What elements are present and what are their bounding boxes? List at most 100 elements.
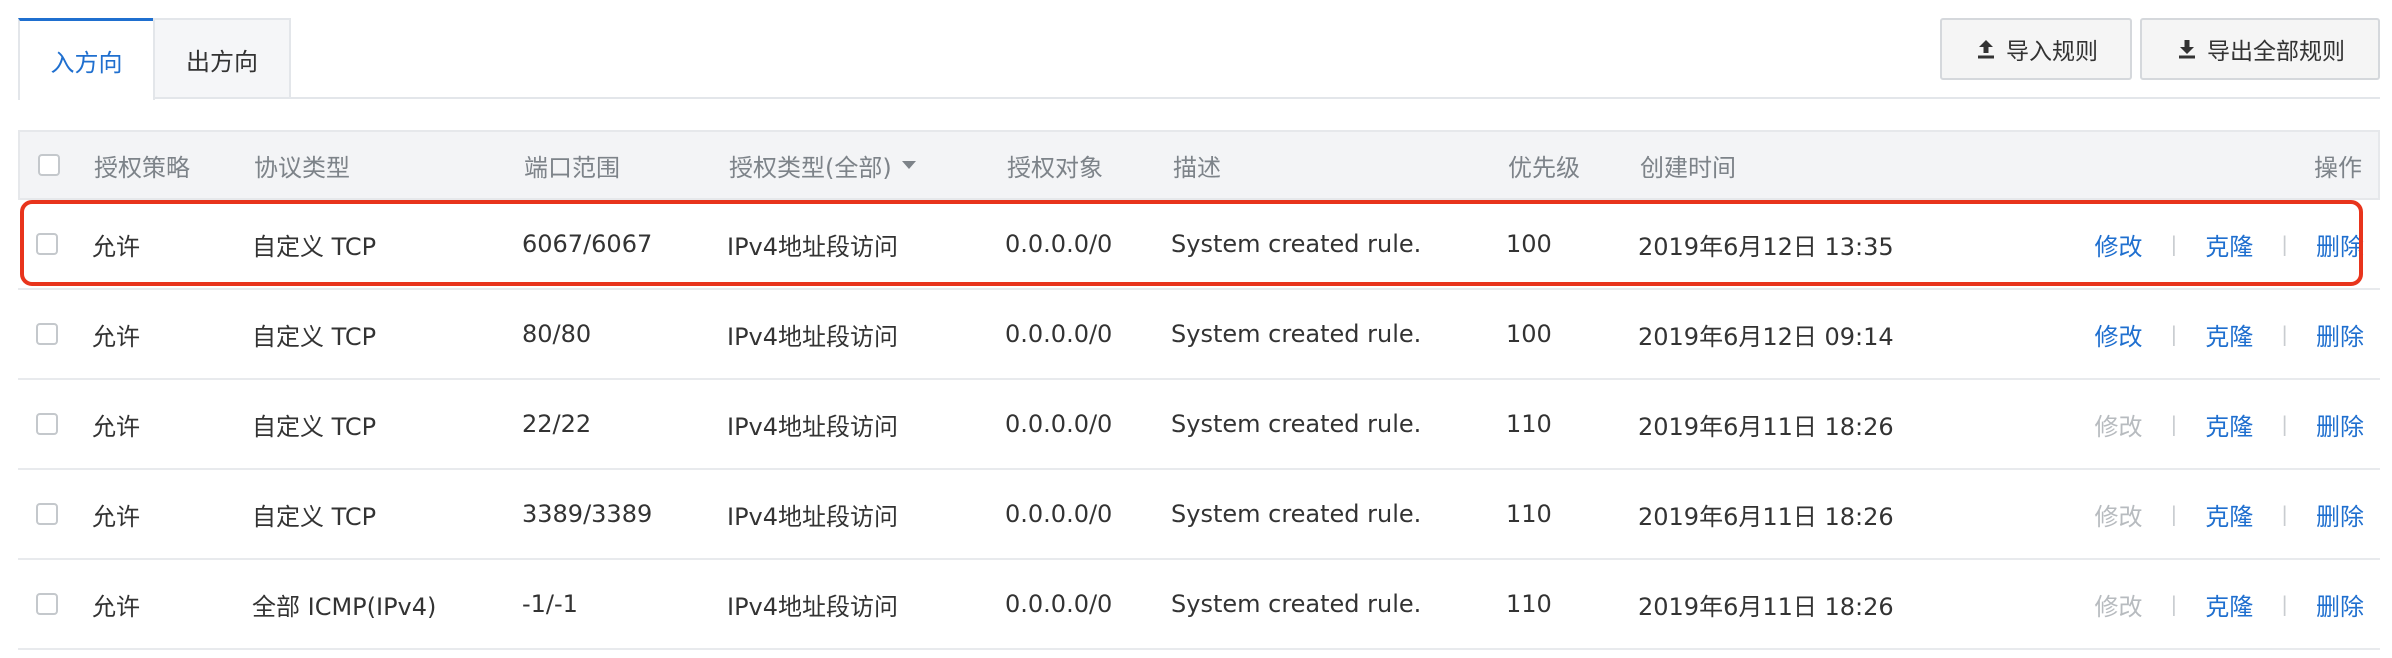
clone-link[interactable]: 克隆	[2205, 227, 2253, 262]
separator: |	[2281, 322, 2288, 346]
clone-link[interactable]: 克隆	[2205, 317, 2253, 352]
cell-policy: 允许	[92, 502, 140, 531]
cell-protocol: 自定义 TCP	[252, 232, 377, 261]
cell-description: System created rule.	[1171, 500, 1422, 528]
export-all-rules-label: 导出全部规则	[2207, 39, 2345, 65]
cell-port-range: 80/80	[522, 320, 592, 348]
cell-policy: 允许	[92, 322, 140, 351]
row-checkbox[interactable]	[36, 413, 58, 435]
cell-policy: 允许	[92, 592, 140, 621]
cell-policy: 允许	[92, 232, 140, 261]
cell-protocol: 自定义 TCP	[252, 322, 377, 351]
cell-target: 0.0.0.0/0	[1005, 410, 1113, 438]
separator: |	[2170, 412, 2178, 436]
header-created: 创建时间	[1640, 153, 1736, 182]
header-policy: 授权策略	[94, 153, 190, 182]
separator: |	[2170, 232, 2178, 256]
cell-port-range: 6067/6067	[522, 230, 653, 258]
header-priority: 优先级	[1508, 153, 1580, 182]
cell-created: 2019年6月11日 18:26	[1638, 502, 1894, 531]
import-rules-label: 导入规则	[2006, 39, 2098, 65]
filter-caret-icon[interactable]	[901, 161, 916, 169]
header-actions: 操作	[2314, 153, 2362, 182]
separator: |	[2170, 322, 2178, 346]
header-port-range: 端口范围	[524, 153, 620, 182]
header-target: 授权对象	[1007, 153, 1103, 182]
row-actions: 修改 | 克隆 | 删除	[2095, 470, 2365, 558]
header-auth-type: 授权类型(全部)	[729, 153, 892, 182]
cell-created: 2019年6月11日 18:26	[1638, 592, 1894, 621]
cell-protocol: 自定义 TCP	[252, 502, 377, 531]
cell-created: 2019年6月12日 09:14	[1638, 322, 1894, 351]
cell-auth-type: IPv4地址段访问	[727, 502, 899, 531]
delete-link[interactable]: 删除	[2316, 227, 2364, 262]
delete-link[interactable]: 删除	[2316, 497, 2364, 532]
tab-outbound[interactable]: 出方向	[153, 18, 291, 98]
row-actions: 修改 | 克隆 | 删除	[2095, 560, 2365, 648]
edit-link[interactable]: 修改	[2095, 227, 2143, 262]
cell-auth-type: IPv4地址段访问	[727, 412, 899, 441]
cell-created: 2019年6月12日 13:35	[1638, 232, 1894, 261]
row-checkbox[interactable]	[36, 503, 58, 525]
download-icon	[2175, 37, 2199, 61]
header-protocol: 协议类型	[254, 153, 350, 182]
cell-target: 0.0.0.0/0	[1005, 590, 1113, 618]
cell-auth-type: IPv4地址段访问	[727, 592, 899, 621]
table-row: 允许 全部 ICMP(IPv4) -1/-1 IPv4地址段访问 0.0.0.0…	[18, 560, 2380, 650]
cell-target: 0.0.0.0/0	[1005, 230, 1113, 258]
cell-policy: 允许	[92, 412, 140, 441]
delete-link[interactable]: 删除	[2316, 317, 2364, 352]
table-header: 授权策略 协议类型 端口范围 授权类型(全部) 授权对象 描述 优先级 创建时间…	[18, 130, 2380, 200]
cell-auth-type: IPv4地址段访问	[727, 232, 899, 261]
cell-protocol: 自定义 TCP	[252, 412, 377, 441]
header-auth-type-filter[interactable]: 授权类型(全部)	[729, 132, 916, 198]
cell-target: 0.0.0.0/0	[1005, 500, 1113, 528]
cell-description: System created rule.	[1171, 410, 1422, 438]
table-row: 允许 自定义 TCP 3389/3389 IPv4地址段访问 0.0.0.0/0…	[18, 470, 2380, 560]
row-checkbox[interactable]	[36, 233, 58, 255]
edit-link-disabled: 修改	[2094, 412, 2143, 441]
cell-auth-type: IPv4地址段访问	[727, 322, 899, 351]
row-actions: 修改 | 克隆 | 删除	[2095, 290, 2365, 378]
row-actions: 修改 | 克隆 | 删除	[2095, 200, 2365, 288]
cell-priority: 100	[1506, 230, 1552, 258]
edit-link-disabled: 修改	[2094, 592, 2143, 621]
tabs-divider	[18, 97, 2380, 99]
toolbar: 入方向 出方向 导入规则 导出全部规则	[0, 0, 2392, 100]
edit-link-disabled: 修改	[2094, 502, 2143, 531]
cell-target: 0.0.0.0/0	[1005, 320, 1113, 348]
cell-protocol: 全部 ICMP(IPv4)	[252, 592, 437, 621]
table-row: 允许 自定义 TCP 6067/6067 IPv4地址段访问 0.0.0.0/0…	[18, 200, 2380, 290]
row-actions: 修改 | 克隆 | 删除	[2095, 380, 2365, 468]
edit-link[interactable]: 修改	[2095, 317, 2143, 352]
cell-port-range: -1/-1	[522, 590, 578, 618]
upload-icon	[1974, 37, 1998, 61]
separator: |	[2281, 502, 2288, 526]
separator: |	[2281, 592, 2288, 616]
delete-link[interactable]: 删除	[2316, 587, 2364, 622]
separator: |	[2281, 232, 2288, 256]
row-checkbox[interactable]	[36, 323, 58, 345]
separator: |	[2281, 412, 2288, 436]
clone-link[interactable]: 克隆	[2205, 407, 2253, 442]
clone-link[interactable]: 克隆	[2205, 587, 2253, 622]
clone-link[interactable]: 克隆	[2205, 497, 2253, 532]
select-all-checkbox[interactable]	[38, 154, 60, 176]
direction-tabs: 入方向 出方向	[18, 18, 291, 100]
cell-port-range: 3389/3389	[522, 500, 653, 528]
import-rules-button[interactable]: 导入规则	[1940, 18, 2132, 80]
cell-created: 2019年6月11日 18:26	[1638, 412, 1894, 441]
cell-description: System created rule.	[1171, 230, 1422, 258]
rules-table: 授权策略 协议类型 端口范围 授权类型(全部) 授权对象 描述 优先级 创建时间…	[18, 130, 2380, 650]
separator: |	[2170, 592, 2178, 616]
cell-priority: 100	[1506, 320, 1552, 348]
security-group-rules-page: 入方向 出方向 导入规则 导出全部规则 授权策略 协议类型 端口范围 授权类型(…	[0, 0, 2392, 658]
delete-link[interactable]: 删除	[2316, 407, 2364, 442]
cell-priority: 110	[1506, 500, 1552, 528]
export-all-rules-button[interactable]: 导出全部规则	[2140, 18, 2380, 80]
row-checkbox[interactable]	[36, 593, 58, 615]
tab-inbound[interactable]: 入方向	[18, 18, 155, 100]
table-row: 允许 自定义 TCP 80/80 IPv4地址段访问 0.0.0.0/0 Sys…	[18, 290, 2380, 380]
cell-port-range: 22/22	[522, 410, 592, 438]
cell-priority: 110	[1506, 410, 1552, 438]
